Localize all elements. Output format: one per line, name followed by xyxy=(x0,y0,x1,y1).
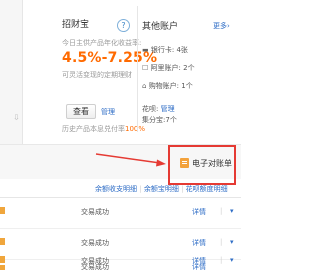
receipt-icon xyxy=(180,158,189,168)
tab-yuebao-detail[interactable]: 余额宝明细 xyxy=(144,185,179,193)
tab-separator: | xyxy=(181,185,184,193)
row-separator: | xyxy=(220,207,223,215)
e-statement-button[interactable]: 电子对账单 xyxy=(192,158,232,169)
transaction-status: 交易成功 xyxy=(81,239,109,247)
detail-link[interactable]: 详情 xyxy=(192,207,206,217)
tab-balance-detail[interactable]: 余额收支明细 xyxy=(95,185,137,193)
transaction-type-icon xyxy=(0,238,5,245)
tab-separator: | xyxy=(139,185,142,193)
row-separator: | xyxy=(220,238,223,246)
detail-tabs: 余额收支明细 | 余额宝明细 | 花呗额度明细 xyxy=(95,184,228,194)
table-row[interactable]: 交易成功 详情 ▾ | xyxy=(0,198,241,229)
chevron-down-icon[interactable]: ▾ xyxy=(230,238,234,246)
chevron-down-icon[interactable]: ▾ xyxy=(230,207,234,215)
table-row-partial[interactable]: 交易成功 详情 xyxy=(0,262,241,270)
tab-huabei-detail[interactable]: 花呗额度明细 xyxy=(186,185,228,193)
transaction-type-icon xyxy=(0,265,5,270)
detail-link[interactable]: 详情 xyxy=(192,262,206,270)
transaction-status: 交易成功 xyxy=(81,263,109,270)
transaction-status: 交易成功 xyxy=(81,208,109,216)
transaction-type-icon xyxy=(0,207,5,214)
detail-link[interactable]: 详情 xyxy=(192,238,206,248)
